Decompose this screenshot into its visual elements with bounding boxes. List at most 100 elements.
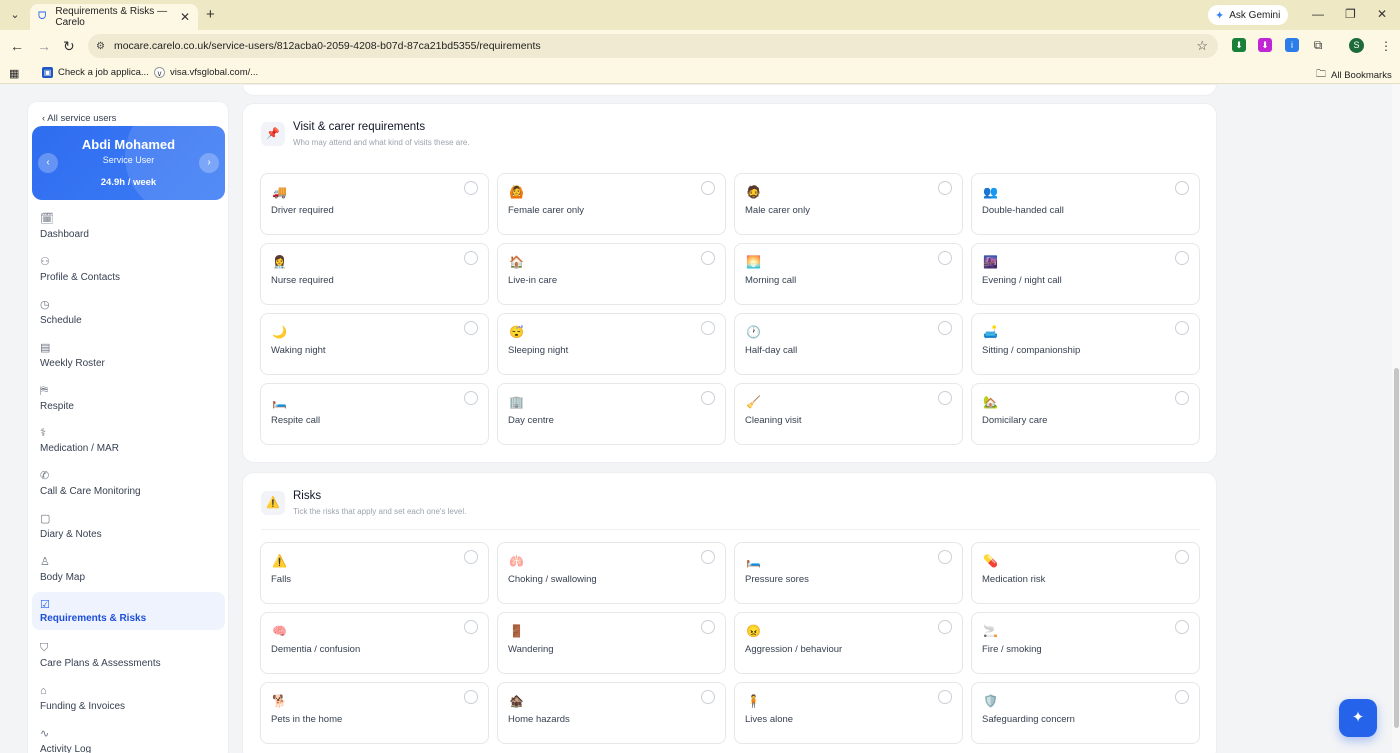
next-patient-icon[interactable]: › bbox=[199, 153, 219, 173]
sidebar-item-requirements-risks[interactable]: ☑ Requirements & Risks bbox=[32, 592, 225, 630]
option-checkbox[interactable] bbox=[701, 391, 715, 405]
option-checkbox[interactable] bbox=[464, 181, 478, 195]
browser-menu-icon[interactable]: ⋮ bbox=[1380, 38, 1392, 54]
close-window-icon[interactable]: ✕ bbox=[1377, 7, 1387, 21]
profile-avatar[interactable]: S bbox=[1349, 38, 1364, 53]
option-checkbox[interactable] bbox=[938, 181, 952, 195]
option-checkbox[interactable] bbox=[938, 620, 952, 634]
previous-patient-icon[interactable]: ‹ bbox=[38, 153, 58, 173]
option-checkbox[interactable] bbox=[938, 251, 952, 265]
sidebar-item-call-monitoring[interactable]: ✆ Call & Care Monitoring bbox=[32, 467, 225, 505]
option-checkbox[interactable] bbox=[1175, 550, 1189, 564]
option-checkbox[interactable] bbox=[938, 391, 952, 405]
ask-gemini-button[interactable]: ✦ Ask Gemini bbox=[1208, 5, 1288, 25]
option-card[interactable]: 🐕 Pets in the home bbox=[260, 682, 489, 744]
reload-icon[interactable]: ↻ bbox=[63, 38, 75, 54]
sidebar-item-body-map[interactable]: ♙ Body Map bbox=[32, 553, 225, 591]
download-extension-icon[interactable]: ⬇ bbox=[1232, 38, 1246, 52]
sidebar-item-weekly-roster[interactable]: ▤ Weekly Roster bbox=[32, 339, 225, 377]
option-card[interactable]: 😠 Aggression / behaviour bbox=[734, 612, 963, 674]
option-card[interactable]: 👥 Double-handed call bbox=[971, 173, 1200, 235]
option-checkbox[interactable] bbox=[1175, 620, 1189, 634]
sidebar-item-care-plans[interactable]: ⛉ Care Plans & Assessments bbox=[32, 639, 225, 677]
sidebar-item-respite[interactable]: ⛿ Respite bbox=[32, 382, 225, 420]
option-checkbox[interactable] bbox=[464, 391, 478, 405]
option-checkbox[interactable] bbox=[464, 321, 478, 335]
extension-blue-icon[interactable]: i bbox=[1285, 38, 1299, 52]
extensions-puzzle-icon[interactable]: ⧉ bbox=[1311, 38, 1325, 52]
option-card[interactable]: 🏢 Day centre bbox=[497, 383, 726, 445]
option-card[interactable]: 🛏️ Respite call bbox=[260, 383, 489, 445]
bookmark-star-icon[interactable]: ☆ bbox=[1196, 38, 1208, 54]
option-card[interactable]: 🛡️ Safeguarding concern bbox=[971, 682, 1200, 744]
assistant-sparkle-button[interactable]: ✦ bbox=[1339, 699, 1377, 737]
option-label: Fire / smoking bbox=[982, 644, 1042, 655]
option-checkbox[interactable] bbox=[701, 181, 715, 195]
option-checkbox[interactable] bbox=[938, 321, 952, 335]
option-card[interactable]: ⚠️ Falls bbox=[260, 542, 489, 604]
site-settings-icon[interactable]: ⚙ bbox=[96, 41, 105, 52]
all-service-users-link[interactable]: ‹ All service users bbox=[42, 113, 116, 124]
option-card[interactable]: 🏡 Domicilary care bbox=[971, 383, 1200, 445]
bookmark-job-application[interactable]: ▣ Check a job applica... bbox=[42, 67, 149, 78]
option-checkbox[interactable] bbox=[1175, 690, 1189, 704]
option-checkbox[interactable] bbox=[701, 550, 715, 564]
sidebar-item-diary[interactable]: ▢ Diary & Notes bbox=[32, 510, 225, 548]
option-checkbox[interactable] bbox=[701, 321, 715, 335]
new-tab-icon[interactable]: + bbox=[206, 6, 215, 24]
option-card[interactable]: 🚪 Wandering bbox=[497, 612, 726, 674]
option-card[interactable]: 🏚️ Home hazards bbox=[497, 682, 726, 744]
maximize-icon[interactable]: ❐ bbox=[1345, 7, 1356, 21]
option-card[interactable]: 😴 Sleeping night bbox=[497, 313, 726, 375]
option-card[interactable]: 🏠 Live-in care bbox=[497, 243, 726, 305]
option-label: Dementia / confusion bbox=[271, 644, 361, 655]
sidebar-item-dashboard[interactable]: 🗓 Dashboard bbox=[32, 210, 225, 248]
option-checkbox[interactable] bbox=[701, 620, 715, 634]
option-card[interactable]: 🌙 Waking night bbox=[260, 313, 489, 375]
extension-pink-icon[interactable]: ⬇ bbox=[1258, 38, 1272, 52]
option-card[interactable]: 🚚 Driver required bbox=[260, 173, 489, 235]
sidebar-item-schedule[interactable]: ◷ Schedule bbox=[32, 296, 225, 334]
option-checkbox[interactable] bbox=[1175, 181, 1189, 195]
browser-tab[interactable]: ᗜ Requirements & Risks — Carelo ✕ bbox=[30, 4, 198, 30]
option-card[interactable]: 🙆 Female carer only bbox=[497, 173, 726, 235]
close-tab-icon[interactable]: ✕ bbox=[180, 10, 190, 24]
address-bar[interactable]: ⚙ mocare.carelo.co.uk/service-users/812a… bbox=[88, 34, 1218, 58]
option-checkbox[interactable] bbox=[701, 251, 715, 265]
tab-search-icon[interactable]: ⌄ bbox=[6, 6, 24, 24]
back-arrow-icon[interactable]: ← bbox=[10, 38, 24, 54]
option-card[interactable]: 🧹 Cleaning visit bbox=[734, 383, 963, 445]
option-card[interactable]: 🛏️ Pressure sores bbox=[734, 542, 963, 604]
apps-grid-icon[interactable]: ▦ bbox=[9, 67, 19, 80]
option-card[interactable]: 🧠 Dementia / confusion bbox=[260, 612, 489, 674]
all-bookmarks-button[interactable]: 🗀 All Bookmarks bbox=[1316, 67, 1392, 84]
scrollbar-thumb[interactable] bbox=[1394, 368, 1399, 728]
option-card[interactable]: 🌅 Morning call bbox=[734, 243, 963, 305]
option-checkbox[interactable] bbox=[1175, 391, 1189, 405]
option-checkbox[interactable] bbox=[464, 251, 478, 265]
option-card[interactable]: 🧍 Lives alone bbox=[734, 682, 963, 744]
option-checkbox[interactable] bbox=[938, 550, 952, 564]
sidebar-item-funding[interactable]: ⌂ Funding & Invoices bbox=[32, 682, 225, 720]
option-card[interactable]: 🕐 Half-day call bbox=[734, 313, 963, 375]
sidebar-item-medication[interactable]: ⚕ Medication / MAR bbox=[32, 424, 225, 462]
option-card[interactable]: 🌆 Evening / night call bbox=[971, 243, 1200, 305]
option-checkbox[interactable] bbox=[464, 620, 478, 634]
option-card[interactable]: 🫁 Choking / swallowing bbox=[497, 542, 726, 604]
option-card[interactable]: 💊 Medication risk bbox=[971, 542, 1200, 604]
bookmark-vfsglobal[interactable]: v visa.vfsglobal.com/... bbox=[154, 67, 258, 78]
sidebar-item-activity-log[interactable]: ∿ Activity Log bbox=[32, 725, 225, 753]
option-checkbox[interactable] bbox=[464, 550, 478, 564]
option-card[interactable]: 🚬 Fire / smoking bbox=[971, 612, 1200, 674]
option-checkbox[interactable] bbox=[1175, 251, 1189, 265]
minimize-icon[interactable]: — bbox=[1312, 7, 1324, 21]
option-card[interactable]: 🧔 Male carer only bbox=[734, 173, 963, 235]
sidebar-item-profile[interactable]: ⚇ Profile & Contacts bbox=[32, 253, 225, 291]
option-checkbox[interactable] bbox=[464, 690, 478, 704]
option-checkbox[interactable] bbox=[938, 690, 952, 704]
forward-arrow-icon[interactable]: → bbox=[37, 38, 51, 54]
option-card[interactable]: 🛋️ Sitting / companionship bbox=[971, 313, 1200, 375]
option-card[interactable]: 👩‍⚕️ Nurse required bbox=[260, 243, 489, 305]
option-checkbox[interactable] bbox=[1175, 321, 1189, 335]
option-checkbox[interactable] bbox=[701, 690, 715, 704]
